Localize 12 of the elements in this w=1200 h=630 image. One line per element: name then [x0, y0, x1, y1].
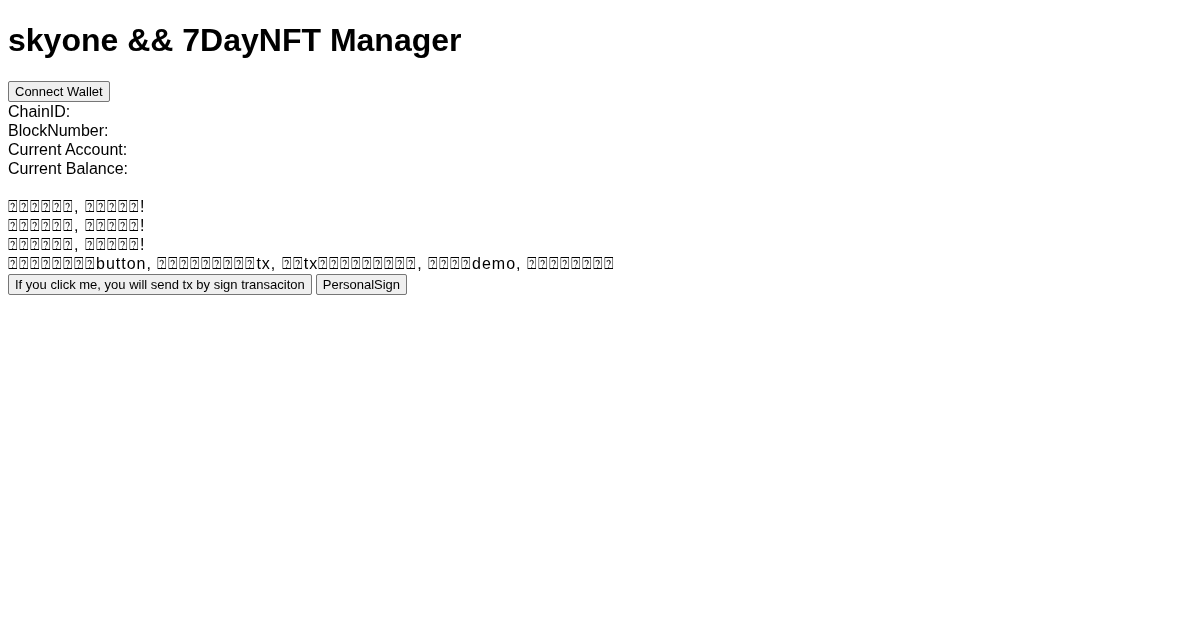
message-text: ⍰⍰⍰⍰⍰⍰, ⍰⍰⍰⍰⍰! — [8, 197, 146, 216]
connect-wallet-button[interactable]: Connect Wallet — [8, 81, 110, 102]
personal-sign-button[interactable]: PersonalSign — [315, 274, 408, 295]
send-transaction-button[interactable]: If you click me, you will send tx by sign transaciton — [8, 274, 312, 295]
message-text: ⍰⍰⍰⍰⍰⍰⍰⍰button, ⍰⍰⍰⍰⍰⍰⍰⍰⍰tx, ⍰⍰tx⍰⍰⍰⍰⍰⍰⍰⍰⍰, ⍰⍰⍰⍰demo, ⍰⍰⍰⍰⍰⍰⍰⍰ — [8, 254, 615, 273]
message-text: ⍰⍰⍰⍰⍰⍰, ⍰⍰⍰⍰⍰! — [8, 235, 146, 254]
message-text: ⍰⍰⍰⍰⍰⍰, ⍰⍰⍰⍰⍰! — [8, 216, 146, 235]
info-label: BlockNumber: — [8, 121, 109, 140]
page-title: skyone && 7DayNFT Manager — [8, 22, 462, 59]
info-label: Current Balance: — [8, 159, 129, 178]
info-label: Current Account: — [8, 140, 128, 159]
info-label: ChainID: — [8, 102, 71, 121]
